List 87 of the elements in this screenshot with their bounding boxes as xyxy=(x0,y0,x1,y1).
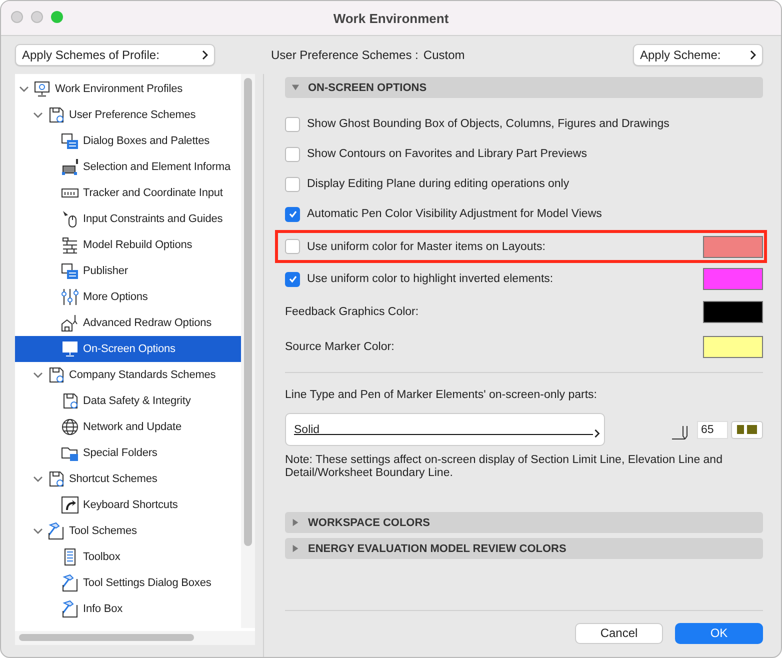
option-label: Display Editing Plane during editing operations only xyxy=(307,178,570,190)
tree-item[interactable]: Work Environment Profiles xyxy=(15,76,241,102)
chevron-icon xyxy=(202,50,208,60)
option-label: Show Ghost Bounding Box of Objects, Columns, Figures and Drawings xyxy=(307,118,670,130)
tree-item[interactable]: Input Constraints and Guides xyxy=(15,206,241,232)
tree-item[interactable]: Advanced Redraw Options xyxy=(15,310,241,336)
zoom-button[interactable] xyxy=(51,11,63,23)
option-label: Use uniform color to highlight inverted elements: xyxy=(307,273,554,285)
checkbox[interactable] xyxy=(285,176,300,192)
chevron-icon[interactable] xyxy=(19,84,29,94)
hammer-icon xyxy=(61,600,79,618)
pen-color-swatch xyxy=(737,425,744,434)
tree-item[interactable]: User Preference Schemes xyxy=(15,102,241,128)
profile-dropdown[interactable]: Apply Schemes of Profile: xyxy=(15,44,215,66)
checkbox[interactable] xyxy=(285,206,300,222)
chevron-icon[interactable] xyxy=(33,474,43,484)
cursor-icon xyxy=(61,210,79,228)
disclosure-triangle-icon[interactable] xyxy=(291,83,300,92)
scheme-label: User Preference Schemes : xyxy=(271,48,418,62)
chevron-icon[interactable] xyxy=(33,370,43,380)
minimize-button[interactable] xyxy=(31,11,43,23)
section-header[interactable]: WORKSPACE COLORS xyxy=(285,512,763,533)
color-swatch[interactable] xyxy=(703,236,763,258)
tree-item[interactable]: Tracker and Coordinate Input xyxy=(15,180,241,206)
scroll-thumb[interactable] xyxy=(244,78,252,546)
option-label: Source Marker Color: xyxy=(285,340,394,352)
bricks-icon xyxy=(61,236,79,254)
chevron-icon[interactable] xyxy=(33,526,43,536)
sliders-icon xyxy=(61,288,79,306)
window-title: Work Environment xyxy=(333,10,449,26)
option-label: Show Contours on Favorites and Library Part Previews xyxy=(307,148,587,160)
tree-item[interactable]: Network and Update xyxy=(15,414,241,440)
scheme-dropdown[interactable]: Apply Scheme: xyxy=(633,44,763,66)
tree-item[interactable]: Dialog Boxes and Palettes xyxy=(15,128,241,154)
cancel-button[interactable]: Cancel xyxy=(575,622,663,644)
checkmark-icon xyxy=(288,274,298,284)
pen-color-swatch xyxy=(747,425,757,434)
chevron-icon[interactable] xyxy=(33,110,43,120)
hammer-icon xyxy=(47,522,65,540)
chevron-icon xyxy=(594,429,600,438)
house-icon xyxy=(61,314,79,332)
tree-item[interactable]: Tool Schemes xyxy=(15,518,241,544)
tree-item[interactable]: Info Box xyxy=(15,596,241,622)
marker-label: Line Type and Pen of Marker Elements' on-screen-only parts: xyxy=(285,389,598,401)
tree-item[interactable]: Publisher xyxy=(15,258,241,284)
ok-button[interactable]: OK xyxy=(675,622,763,644)
scheme-value: Custom xyxy=(423,48,465,62)
option-label: Automatic Pen Color Visibility Adjustment for Model Views xyxy=(307,208,602,220)
checkbox[interactable] xyxy=(285,146,300,162)
pen-number-field[interactable]: 65 xyxy=(697,420,728,438)
tree-item[interactable]: On-Screen Options xyxy=(15,336,241,362)
tree-item[interactable]: Special Folders xyxy=(15,440,241,466)
color-swatch[interactable] xyxy=(703,300,763,322)
tree-item[interactable]: Model Rebuild Options xyxy=(15,232,241,258)
section-header[interactable]: ENERGY EVALUATION MODEL REVIEW COLORS xyxy=(285,538,763,559)
color-swatch[interactable] xyxy=(703,336,763,358)
checkbox[interactable] xyxy=(285,272,300,286)
hammer-icon xyxy=(61,574,79,592)
scroll-thumb[interactable] xyxy=(19,634,194,641)
disclosure-triangle-icon[interactable] xyxy=(291,518,300,527)
checkbox[interactable] xyxy=(285,239,300,254)
monitor-icon xyxy=(33,80,51,98)
monitor-icon xyxy=(61,340,79,358)
tree-item[interactable]: Selection and Element Informa xyxy=(15,154,241,180)
tree-item[interactable]: Data Safety & Integrity xyxy=(15,388,241,414)
tree-item[interactable]: Shortcut Schemes xyxy=(15,466,241,492)
pen-color-button[interactable] xyxy=(731,420,763,438)
option-label: Use uniform color for Master items on Layouts: xyxy=(307,240,546,252)
line-type-dropdown[interactable]: Solid xyxy=(285,413,605,446)
tree-item[interactable]: Toolbox xyxy=(15,544,241,570)
note-text: Note: These settings affect on-screen display of Section Limit Line, Elevation Line and Detail/Worksheet Boundary Line. xyxy=(285,454,724,480)
windows-icon xyxy=(61,132,79,150)
chevron-icon xyxy=(750,50,756,60)
tree-item[interactable]: Keyboard Shortcuts xyxy=(15,492,241,518)
tree-item[interactable]: Company Standards Schemes xyxy=(15,362,241,388)
hatch-icon xyxy=(61,158,79,176)
option-label: Feedback Graphics Color: xyxy=(285,306,419,318)
windows-icon xyxy=(61,262,79,280)
tree-item[interactable]: Tool Settings Dialog Boxes xyxy=(15,570,241,596)
close-button[interactable] xyxy=(11,11,23,23)
disclosure-triangle-icon[interactable] xyxy=(291,544,300,553)
section-header[interactable]: ON-SCREEN OPTIONS xyxy=(285,77,763,98)
checkbox[interactable] xyxy=(285,116,300,132)
globe-icon xyxy=(61,418,79,436)
color-swatch[interactable] xyxy=(703,268,763,290)
checkmark-icon xyxy=(288,209,298,219)
tree-item[interactable]: More Options xyxy=(15,284,241,310)
